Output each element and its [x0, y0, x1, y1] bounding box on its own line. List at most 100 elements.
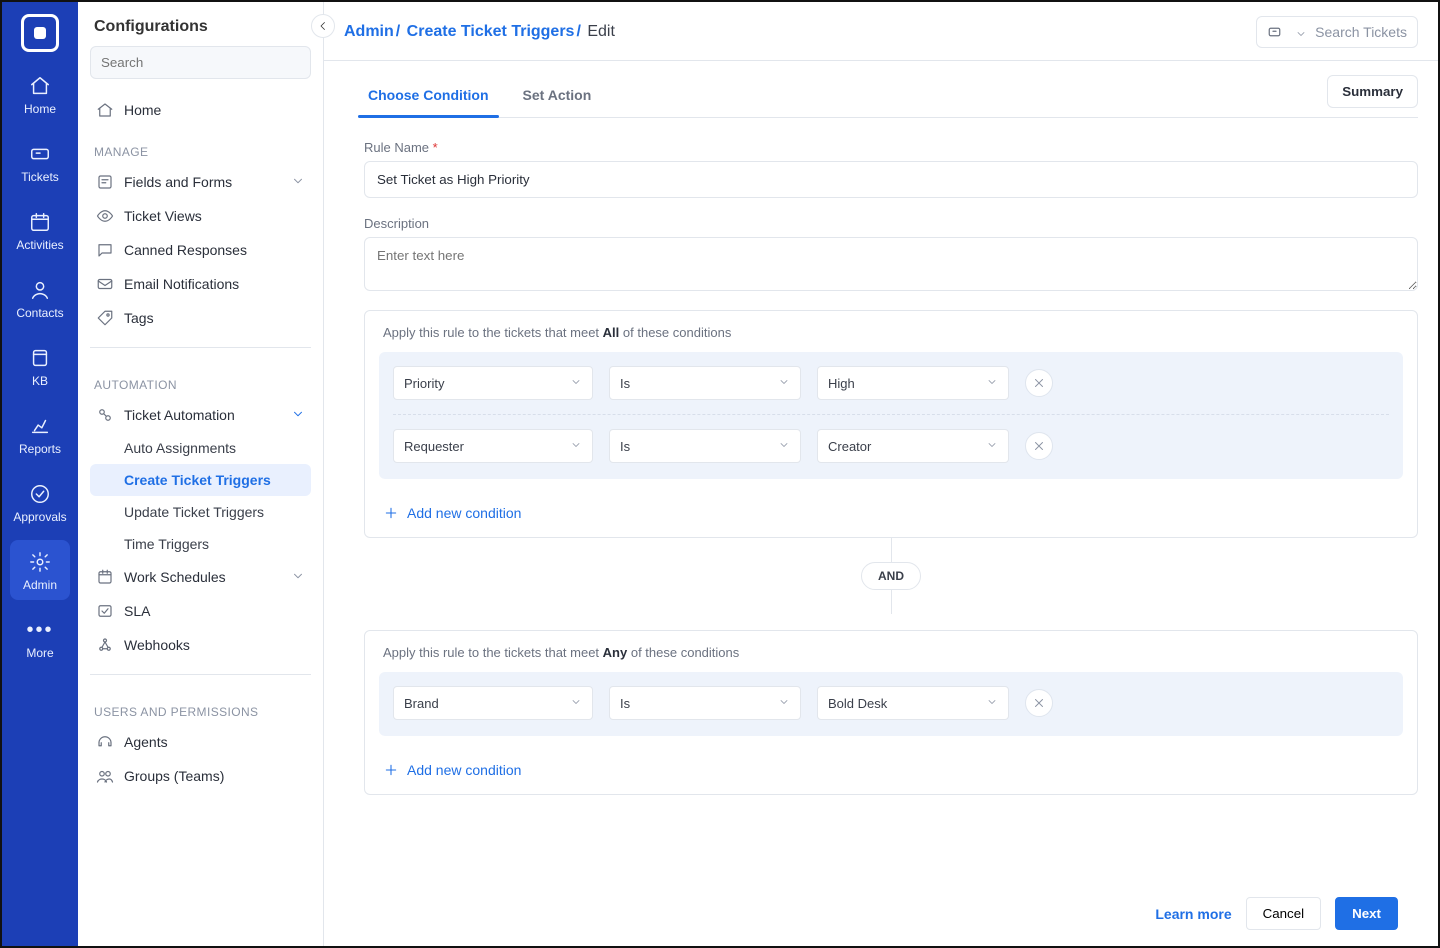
message-icon	[96, 241, 114, 259]
side-agents[interactable]: Agents	[90, 725, 311, 759]
rail-home[interactable]: Home	[10, 64, 70, 124]
side-fields-forms[interactable]: Fields and Forms	[90, 165, 311, 199]
search-tickets-placeholder: Search Tickets	[1315, 24, 1407, 40]
side-sla-label: SLA	[124, 603, 150, 619]
home-icon	[28, 74, 52, 98]
close-icon	[1032, 439, 1046, 453]
rail-more[interactable]: ••• More	[10, 608, 70, 668]
collapse-panel-button[interactable]	[311, 14, 335, 38]
close-icon	[1032, 696, 1046, 710]
tab-set-action[interactable]: Set Action	[519, 73, 596, 117]
side-ticket-automation[interactable]: Ticket Automation	[90, 398, 311, 432]
condition-row: Priority Is High	[393, 366, 1389, 414]
crumb-create-trigger[interactable]: Create Ticket Triggers	[407, 23, 575, 40]
description-input[interactable]	[364, 237, 1418, 291]
learn-more-link[interactable]: Learn more	[1155, 906, 1231, 922]
rail-approvals[interactable]: Approvals	[10, 472, 70, 532]
side-fields-forms-label: Fields and Forms	[124, 174, 232, 190]
chevron-down-icon	[986, 695, 998, 711]
side-home[interactable]: Home	[90, 93, 311, 127]
condition-op-select[interactable]: Is	[609, 429, 801, 463]
description-label: Description	[364, 216, 1418, 231]
condition-field-select[interactable]: Requester	[393, 429, 593, 463]
rail-kb[interactable]: KB	[10, 336, 70, 396]
condition-value-select[interactable]: High	[817, 366, 1009, 400]
chevron-down-icon	[986, 438, 998, 454]
condition-op-select[interactable]: Is	[609, 686, 801, 720]
close-icon	[1032, 376, 1046, 390]
remove-condition-button[interactable]	[1025, 369, 1053, 397]
crumb-admin[interactable]: Admin	[344, 23, 394, 40]
search-tickets[interactable]: Search Tickets	[1256, 16, 1418, 48]
content: Choose Condition Set Action Summary Rule…	[324, 61, 1438, 897]
side-create-triggers[interactable]: Create Ticket Triggers	[90, 464, 311, 496]
group-manage: MANAGE	[94, 145, 307, 159]
condition-op-select[interactable]: Is	[609, 366, 801, 400]
side-ticket-views[interactable]: Ticket Views	[90, 199, 311, 233]
chevron-down-icon	[1295, 27, 1305, 37]
side-email-notifs[interactable]: Email Notifications	[90, 267, 311, 301]
condition-value-select[interactable]: Bold Desk	[817, 686, 1009, 720]
rail-contacts-label: Contacts	[16, 306, 63, 320]
side-update-triggers-label: Update Ticket Triggers	[124, 504, 264, 520]
side-time-triggers[interactable]: Time Triggers	[90, 528, 311, 560]
user-icon	[28, 278, 52, 302]
all-conditions-block: Apply this rule to the tickets that meet…	[364, 310, 1418, 538]
side-work-schedules-label: Work Schedules	[124, 569, 226, 585]
crumb-edit: Edit	[587, 23, 615, 40]
cancel-button[interactable]: Cancel	[1246, 897, 1322, 930]
footer: Learn more Cancel Next	[324, 897, 1438, 946]
side-auto-assignments[interactable]: Auto Assignments	[90, 432, 311, 464]
next-button[interactable]: Next	[1335, 897, 1398, 930]
remove-condition-button[interactable]	[1025, 432, 1053, 460]
book-icon	[28, 346, 52, 370]
config-search-input[interactable]	[90, 46, 311, 79]
side-update-triggers[interactable]: Update Ticket Triggers	[90, 496, 311, 528]
chevron-down-icon	[570, 695, 582, 711]
condition-value-select[interactable]: Creator	[817, 429, 1009, 463]
rule-name-label: Rule Name *	[364, 140, 1418, 155]
side-sla[interactable]: SLA	[90, 594, 311, 628]
rail-kb-label: KB	[32, 374, 48, 388]
logic-and-pill[interactable]: AND	[861, 562, 921, 590]
remove-condition-button[interactable]	[1025, 689, 1053, 717]
condition-field-select[interactable]: Brand	[393, 686, 593, 720]
summary-button[interactable]: Summary	[1327, 75, 1418, 108]
rail-tickets[interactable]: Tickets	[10, 132, 70, 192]
rail-reports[interactable]: Reports	[10, 404, 70, 464]
side-canned[interactable]: Canned Responses	[90, 233, 311, 267]
rail-approvals-label: Approvals	[13, 510, 66, 524]
add-condition-any[interactable]: Add new condition	[365, 750, 1417, 794]
side-groups[interactable]: Groups (Teams)	[90, 759, 311, 793]
any-hint: Apply this rule to the tickets that meet…	[365, 631, 1417, 660]
approval-icon	[28, 482, 52, 506]
tab-choose-condition[interactable]: Choose Condition	[364, 73, 493, 117]
chevron-down-icon	[778, 695, 790, 711]
schedule-icon	[96, 568, 114, 586]
rule-name-input[interactable]	[364, 161, 1418, 198]
main: Admin/ Create Ticket Triggers/ Edit Sear…	[324, 2, 1438, 946]
rail-tickets-label: Tickets	[21, 170, 59, 184]
sla-icon	[96, 602, 114, 620]
side-webhooks[interactable]: Webhooks	[90, 628, 311, 662]
chevron-down-icon	[570, 438, 582, 454]
rail-contacts[interactable]: Contacts	[10, 268, 70, 328]
group-automation: AUTOMATION	[94, 378, 307, 392]
team-icon	[96, 767, 114, 785]
headset-icon	[96, 733, 114, 751]
calendar-icon	[28, 210, 52, 234]
rail-admin-label: Admin	[23, 578, 57, 592]
mail-icon	[96, 275, 114, 293]
form-icon	[96, 173, 114, 191]
side-work-schedules[interactable]: Work Schedules	[90, 560, 311, 594]
gear-icon	[28, 550, 52, 574]
chevron-up-icon	[291, 407, 305, 424]
rail-activities[interactable]: Activities	[10, 200, 70, 260]
any-conditions-block: Apply this rule to the tickets that meet…	[364, 630, 1418, 795]
rail-admin[interactable]: Admin	[10, 540, 70, 600]
breadcrumb: Admin/ Create Ticket Triggers/ Edit	[344, 23, 615, 41]
side-tags[interactable]: Tags	[90, 301, 311, 335]
condition-field-select[interactable]: Priority	[393, 366, 593, 400]
chevron-left-icon	[317, 20, 329, 32]
add-condition-all[interactable]: Add new condition	[365, 493, 1417, 537]
